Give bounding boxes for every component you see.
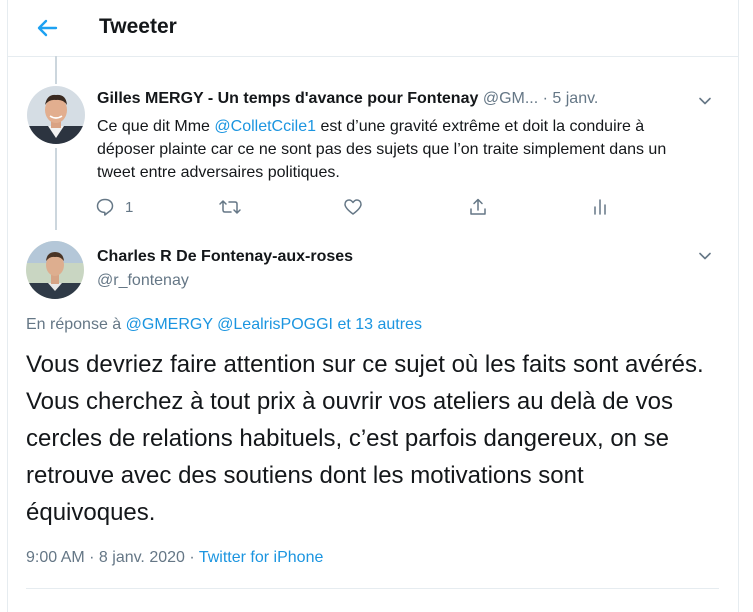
avatar[interactable] xyxy=(27,86,85,144)
tweet1-more-button[interactable] xyxy=(697,93,713,109)
reply-others-link[interactable]: et 13 autres xyxy=(337,316,422,333)
reply-context: En réponse à @GMERGY @LealrisPOGGI et 13… xyxy=(26,316,422,334)
share-icon xyxy=(470,198,486,215)
tweet2-date[interactable]: 8 janv. 2020 xyxy=(99,549,185,566)
page-header: Tweeter xyxy=(8,0,738,57)
chevron-down-icon xyxy=(699,97,711,105)
like-button[interactable] xyxy=(343,195,363,219)
like-icon xyxy=(344,199,362,215)
tweet1-text: Ce que dit Mme @ColletCcile1 est d’une g… xyxy=(97,115,697,184)
avatar[interactable] xyxy=(26,241,84,299)
reply-button[interactable]: 1 xyxy=(95,195,133,219)
tweet2-handle[interactable]: @r_fontenay xyxy=(97,272,189,290)
tweet1-date[interactable]: 5 janv. xyxy=(552,90,598,107)
chevron-down-icon xyxy=(699,252,711,260)
page-title: Tweeter xyxy=(99,15,177,38)
column-border-left xyxy=(7,0,8,612)
meta-separator: · xyxy=(184,549,199,566)
tweet1-mention[interactable]: @ColletCcile1 xyxy=(214,118,316,135)
tweet1-handle[interactable]: @GM... xyxy=(483,90,538,107)
analytics-icon xyxy=(594,199,606,215)
reply-icon xyxy=(96,198,114,216)
arrow-left-icon xyxy=(37,19,58,37)
tweet1-separator: · xyxy=(538,90,553,107)
tweet1-text-start: Ce que dit Mme xyxy=(97,118,215,135)
tweet1-author-name[interactable]: Gilles MERGY - Un temps d'avance pour Fo… xyxy=(97,90,478,107)
thread-connector-top xyxy=(55,56,57,84)
thread-connector xyxy=(55,148,57,230)
meta-separator: · xyxy=(84,549,99,566)
tweet2-meta: 9:00 AM · 8 janv. 2020 · Twitter for iPh… xyxy=(26,549,323,567)
tweet2-more-button[interactable] xyxy=(697,248,713,264)
tweet-thread-view: Tweeter Gilles MERGY - Un temps d'avance… xyxy=(0,0,753,612)
reply-count: 1 xyxy=(125,198,134,216)
share-button[interactable] xyxy=(468,195,488,219)
tweet2-source-link[interactable]: Twitter for iPhone xyxy=(199,549,324,566)
analytics-button[interactable] xyxy=(590,195,610,219)
retweet-icon xyxy=(219,200,241,214)
tweet2-time[interactable]: 9:00 AM xyxy=(26,549,85,566)
column-border-right xyxy=(738,0,739,612)
back-button[interactable] xyxy=(32,13,62,43)
retweet-button[interactable] xyxy=(218,195,242,219)
tweet2-author-name[interactable]: Charles R De Fontenay-aux-roses xyxy=(97,248,353,266)
reply-prefix: En réponse à xyxy=(26,316,126,333)
tweet2-text: Vous devriez faire attention sur ce suje… xyxy=(26,351,704,526)
reply-mention-lealrispoggi[interactable]: @LealrisPOGGI xyxy=(217,316,333,333)
divider xyxy=(26,588,719,589)
reply-mention-gmergy[interactable]: @GMERGY xyxy=(126,316,213,333)
tweet1-header: Gilles MERGY - Un temps d'avance pour Fo… xyxy=(97,90,598,108)
